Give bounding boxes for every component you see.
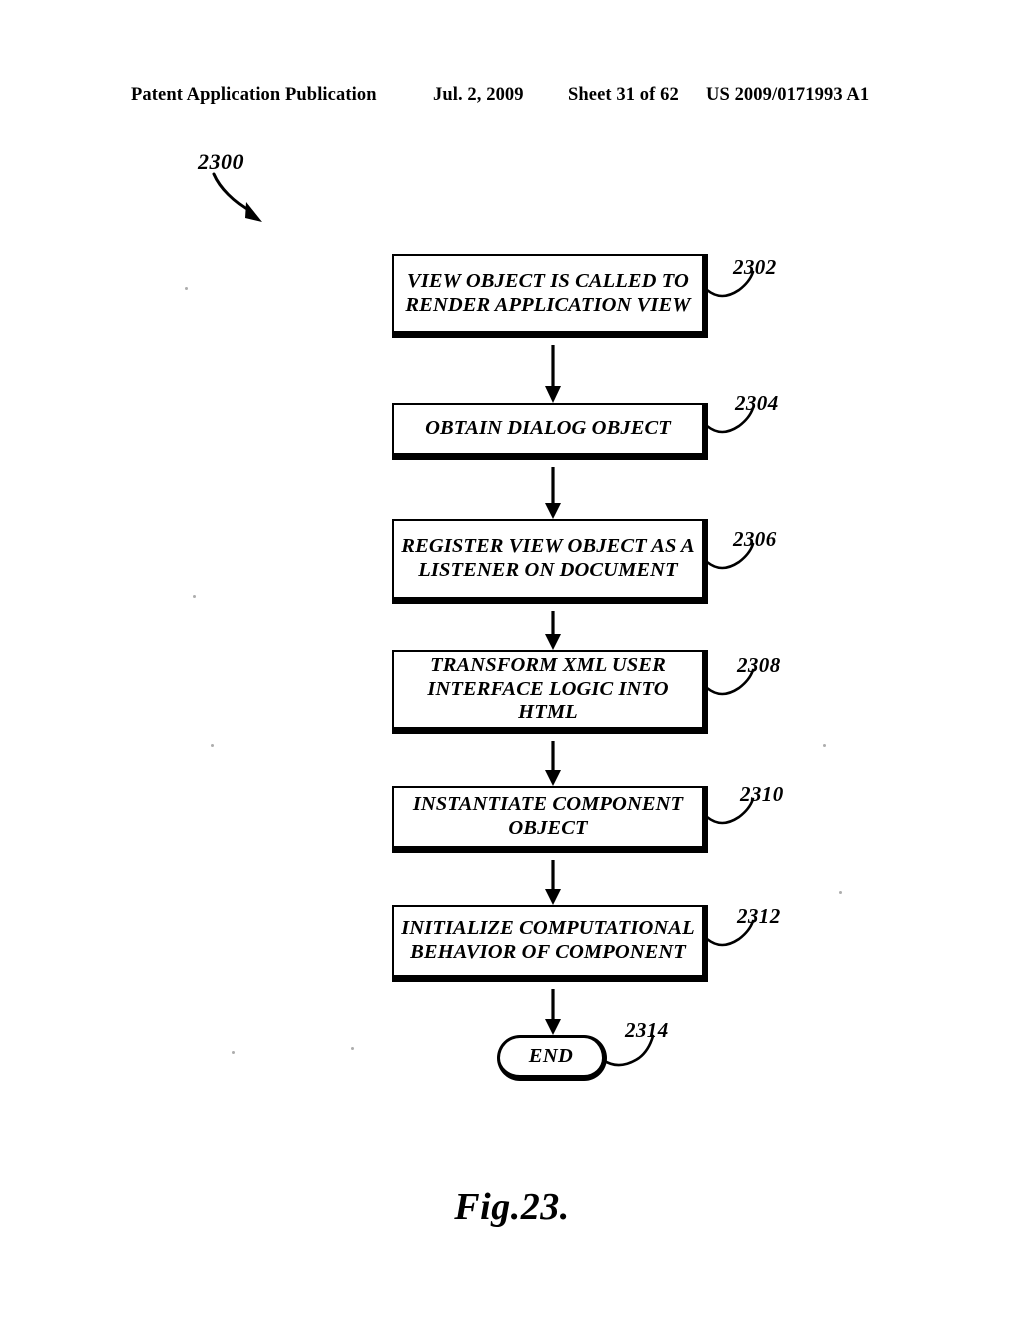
reference-numeral-2312: 2312 [737,904,781,928]
scan-speck [839,891,842,894]
flow-node-2308[interactable]: TRANSFORM XML USER INTERFACE LOGIC INTO … [392,650,708,734]
reference-numeral-2302: 2302 [733,255,777,279]
scan-speck [232,1051,235,1054]
reference-numeral-2310: 2310 [740,782,784,806]
figure-caption: Fig.23. [454,1186,570,1228]
flow-node-2302-label: VIEW OBJECT IS CALLED TO RENDER APPLICAT… [405,269,691,316]
figure-lead-arrow-icon [212,172,262,222]
figure-flowchart-2300: 2300 VIEW OBJECT IS CALLED TO RENDER APP… [0,0,1024,1320]
flow-node-2308-label: TRANSFORM XML USER INTERFACE LOGIC INTO … [427,653,669,724]
flow-node-2314-end-terminator[interactable]: END [497,1035,607,1081]
reference-numeral-2314: 2314 [625,1018,669,1042]
flow-node-2306-label: REGISTER VIEW OBJECT AS A LISTENER ON DO… [401,535,695,581]
flow-node-2302[interactable]: VIEW OBJECT IS CALLED TO RENDER APPLICAT… [392,254,708,338]
scan-speck [185,287,188,290]
flow-node-2312[interactable]: INITIALIZE COMPUTATIONAL BEHAVIOR OF COM… [392,905,708,982]
reference-numeral-2308: 2308 [737,653,781,677]
scan-speck [193,595,196,598]
flow-node-2304[interactable]: OBTAIN DIALOG OBJECT [392,403,708,460]
scan-speck [211,744,214,747]
flow-node-2310-label: INSTANTIATE COMPONENT OBJECT [412,793,684,839]
reference-numeral-2306: 2306 [733,527,777,551]
flow-node-2312-label: INITIALIZE COMPUTATIONAL BEHAVIOR OF COM… [401,917,695,963]
reference-numeral-2304: 2304 [735,391,779,415]
flow-node-2304-label: OBTAIN DIALOG OBJECT [425,417,671,440]
scan-speck [823,744,826,747]
flow-node-2310[interactable]: INSTANTIATE COMPONENT OBJECT [392,786,708,853]
flow-node-2306[interactable]: REGISTER VIEW OBJECT AS A LISTENER ON DO… [392,519,708,604]
scan-speck [351,1047,354,1050]
flow-node-2314-label: END [528,1045,574,1067]
